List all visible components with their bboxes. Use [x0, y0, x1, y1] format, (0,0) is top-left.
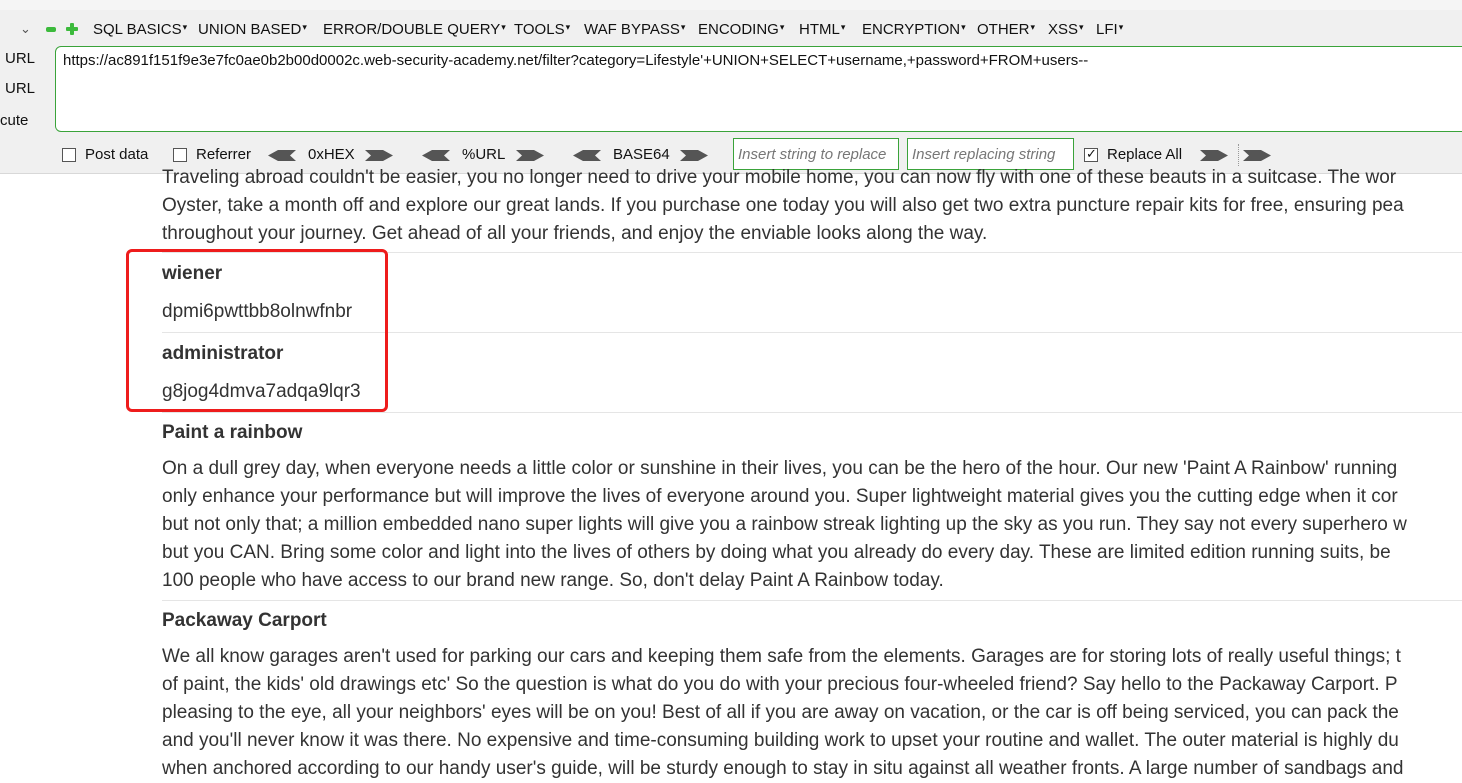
caret-icon: ▾ — [1118, 22, 1124, 32]
intro-paragraph: Traveling abroad couldn't be easier, you… — [162, 164, 1462, 246]
menu-error-double-query[interactable]: ERROR/DOUBLE QUERY▾ — [323, 21, 506, 38]
minus-icon[interactable] — [46, 27, 56, 32]
menu-encryption[interactable]: ENCRYPTION▾ — [862, 21, 966, 38]
post-data-checkbox[interactable] — [62, 148, 76, 162]
url-label: %URL — [462, 146, 506, 163]
separator — [1238, 144, 1239, 166]
intro-line: Oyster, take a month off and explore our… — [162, 195, 1404, 216]
hex-decode-arrow-icon[interactable] — [268, 148, 296, 163]
menu-waf-bypass[interactable]: WAF BYPASS▾ — [584, 21, 685, 38]
caret-icon: ▾ — [501, 22, 506, 32]
base64-decode-arrow-icon[interactable] — [573, 148, 601, 163]
article-title: Paint a rainbow — [162, 422, 303, 443]
menu-encoding[interactable]: ENCODING▾ — [698, 21, 784, 38]
caret-icon: ▾ — [779, 22, 785, 32]
divider — [162, 600, 1462, 601]
url-encode-arrow-icon[interactable] — [516, 148, 544, 163]
caret-icon: ▾ — [565, 22, 571, 32]
hackbar-menubar: ⌄ SQL BASICS▾ UNION BASED▾ ERROR/DOUBLE … — [0, 18, 1462, 44]
article-line: of paint, the kids' old drawings etc' So… — [162, 674, 1398, 695]
replace-arrow-icon[interactable] — [1200, 148, 1228, 163]
article-line: but not only that; a million embedded na… — [162, 514, 1407, 535]
base64-label: BASE64 — [613, 146, 670, 163]
caret-icon: ▾ — [840, 22, 846, 32]
menu-tools[interactable]: TOOLS▾ — [514, 21, 570, 38]
article-line: We all know garages aren't used for park… — [162, 646, 1401, 667]
divider — [162, 412, 1462, 413]
article-body: We all know garages aren't used for park… — [162, 643, 1462, 783]
caret-icon: ▾ — [680, 22, 686, 32]
article-line: and you'll never know it was there. No e… — [162, 730, 1399, 751]
article-line: pleasing to the eye, all your neighbors'… — [162, 702, 1399, 723]
menu-lfi[interactable]: LFI▾ — [1096, 21, 1123, 38]
referrer-checkbox[interactable] — [173, 148, 187, 162]
hex-encode-arrow-icon[interactable] — [365, 148, 393, 163]
caret-icon: ▾ — [1030, 22, 1036, 32]
execute-button[interactable]: cute — [0, 112, 28, 129]
caret-icon: ▾ — [961, 22, 966, 32]
menu-sql-basics[interactable]: SQL BASICS▾ — [93, 21, 187, 38]
menu-xss[interactable]: XSS▾ — [1048, 21, 1084, 38]
article-line: only enhance your performance but will i… — [162, 486, 1398, 507]
replace-all-label: Replace All — [1107, 146, 1183, 163]
split-url-button[interactable]: URL — [5, 80, 35, 97]
menu-union-based[interactable]: UNION BASED▾ — [198, 21, 307, 38]
article-line: 100 people who have access to our brand … — [162, 570, 944, 591]
menu-html[interactable]: HTML▾ — [799, 21, 845, 38]
caret-icon: ▾ — [182, 22, 188, 32]
hex-label: 0xHEX — [308, 146, 355, 163]
credentials-highlight-box — [126, 249, 388, 412]
article-line: but you CAN. Bring some color and light … — [162, 542, 1391, 563]
article-body: On a dull grey day, when everyone needs … — [162, 455, 1462, 595]
post-data-label: Post data — [85, 146, 149, 163]
referrer-label: Referrer — [196, 146, 252, 163]
caret-icon: ▾ — [302, 22, 307, 32]
intro-line: throughout your journey. Get ahead of al… — [162, 223, 988, 244]
menu-other[interactable]: OTHER▾ — [977, 21, 1035, 38]
plus-icon[interactable] — [66, 23, 78, 35]
intro-line: Traveling abroad couldn't be easier, you… — [162, 167, 1397, 188]
caret-icon: ▾ — [1079, 22, 1084, 32]
hackbar-toolbar: ⌄ SQL BASICS▾ UNION BASED▾ ERROR/DOUBLE … — [0, 10, 1462, 174]
article-title: Packaway Carport — [162, 610, 327, 631]
url-decode-arrow-icon[interactable] — [422, 148, 450, 163]
load-url-button[interactable]: URL — [5, 50, 35, 67]
replace-all-checkbox[interactable] — [1084, 146, 1098, 162]
base64-encode-arrow-icon[interactable] — [680, 148, 708, 163]
replace-reverse-arrow-icon[interactable] — [1243, 148, 1271, 163]
url-input[interactable]: https://ac891f151f9e3e7fc0ae0b2b00d0002c… — [55, 46, 1462, 132]
article-line: On a dull grey day, when everyone needs … — [162, 458, 1398, 479]
article-line: when anchored according to our handy use… — [162, 758, 1404, 779]
chevron-down-icon[interactable]: ⌄ — [20, 21, 31, 37]
